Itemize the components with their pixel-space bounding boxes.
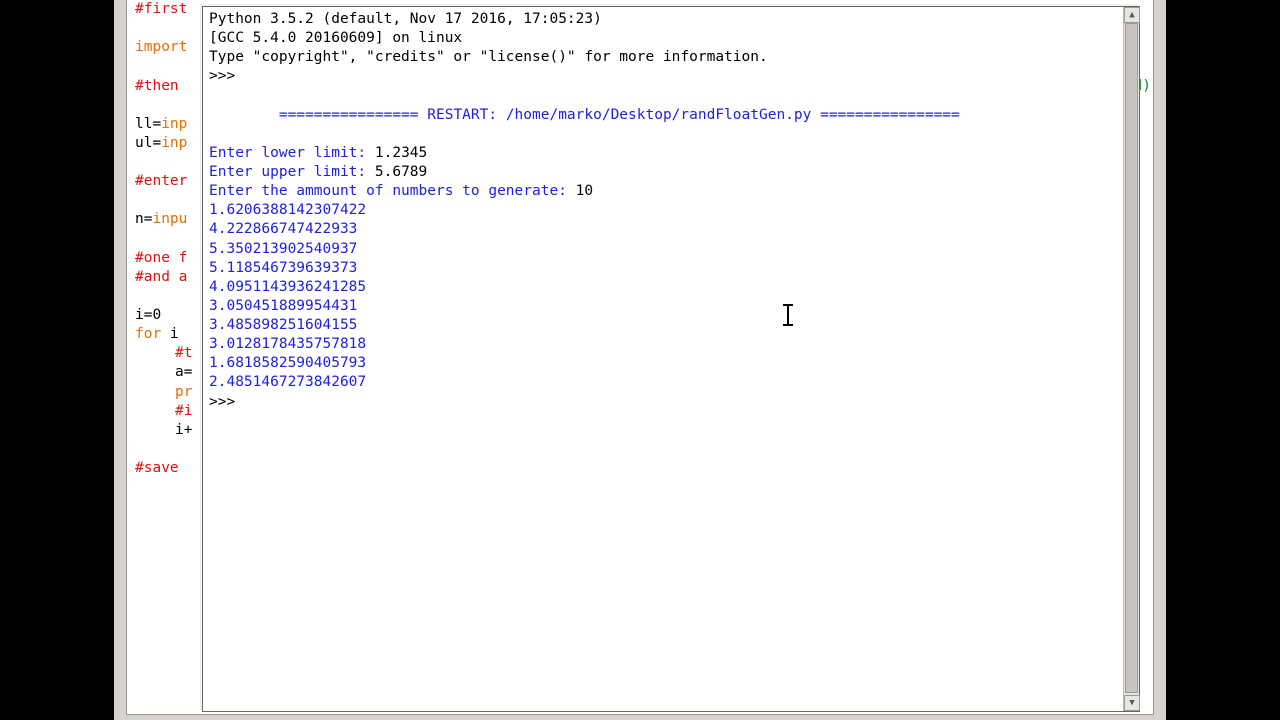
- editor-keyword: pr: [175, 384, 192, 400]
- shell-restart-deco: ================: [279, 107, 427, 123]
- editor-keyword: inp: [161, 116, 187, 132]
- editor-var: i+: [175, 422, 192, 438]
- shell-output: 1.6818582590405793: [209, 354, 1117, 373]
- shell-output: 3.050451889954431: [209, 297, 1117, 316]
- editor-var: i=0: [135, 307, 161, 323]
- shell-banner: Type "copyright", "credits" or "license(…: [209, 48, 1117, 67]
- editor-comment: #t: [175, 345, 192, 361]
- shell-content-area[interactable]: Python 3.5.2 (default, Nov 17 2016, 17:0…: [203, 7, 1123, 711]
- editor-comment: #enter: [135, 173, 187, 189]
- editor-comment: #one f: [135, 250, 187, 266]
- editor-var: i: [170, 326, 187, 342]
- editor-var: ul=: [135, 135, 161, 151]
- shell-prompt: >>>: [209, 393, 1117, 412]
- shell-output: 1.6206388142307422: [209, 201, 1117, 220]
- python-shell-window[interactable]: Python 3.5.2 (default, Nov 17 2016, 17:0…: [202, 6, 1140, 712]
- shell-input-prompt: Enter lower limit:: [209, 145, 375, 161]
- shell-banner: Python 3.5.2 (default, Nov 17 2016, 17:0…: [209, 10, 1117, 29]
- vertical-scrollbar[interactable]: ▲ ▼: [1123, 7, 1139, 711]
- shell-prompt: >>>: [209, 67, 1117, 86]
- editor-comment: #i: [175, 403, 192, 419]
- shell-output: 5.350213902540937: [209, 240, 1117, 259]
- editor-comment: #save: [135, 460, 179, 476]
- shell-restart-label: RESTART: /home/marko/Desktop/randFloatGe…: [427, 107, 820, 123]
- shell-output: 3.0128178435757818: [209, 335, 1117, 354]
- editor-var: ll=: [135, 116, 161, 132]
- shell-user-input: 10: [576, 183, 593, 199]
- shell-restart-deco: ================: [820, 107, 960, 123]
- editor-keyword: for: [135, 326, 170, 342]
- shell-output: 3.485898251604155: [209, 316, 1117, 335]
- editor-keyword: inp: [161, 135, 187, 151]
- shell-output: 4.222866747422933: [209, 220, 1117, 239]
- scroll-thumb[interactable]: [1125, 23, 1138, 693]
- desktop-area: #first import #then fined) ll=inp ul=inp…: [114, 0, 1166, 720]
- shell-input-prompt: Enter upper limit:: [209, 164, 375, 180]
- editor-keyword: inpu: [152, 211, 187, 227]
- editor-keyword: import: [135, 39, 187, 55]
- editor-comment: #first: [135, 1, 187, 17]
- shell-output: 5.118546739639373: [209, 259, 1117, 278]
- scroll-up-button[interactable]: ▲: [1124, 7, 1140, 23]
- shell-banner: [GCC 5.4.0 20160609] on linux: [209, 29, 1117, 48]
- editor-comment: #then: [135, 77, 187, 96]
- shell-output: 2.4851467273842607: [209, 373, 1117, 392]
- shell-user-input: 1.2345: [375, 145, 427, 161]
- editor-comment: #and a: [135, 269, 187, 285]
- shell-input-prompt: Enter the ammount of numbers to generate…: [209, 183, 576, 199]
- scroll-down-button[interactable]: ▼: [1124, 695, 1140, 711]
- editor-var: n=: [135, 211, 152, 227]
- editor-var: a=: [175, 364, 192, 380]
- shell-user-input: 5.6789: [375, 164, 427, 180]
- shell-output: 4.0951143936241285: [209, 278, 1117, 297]
